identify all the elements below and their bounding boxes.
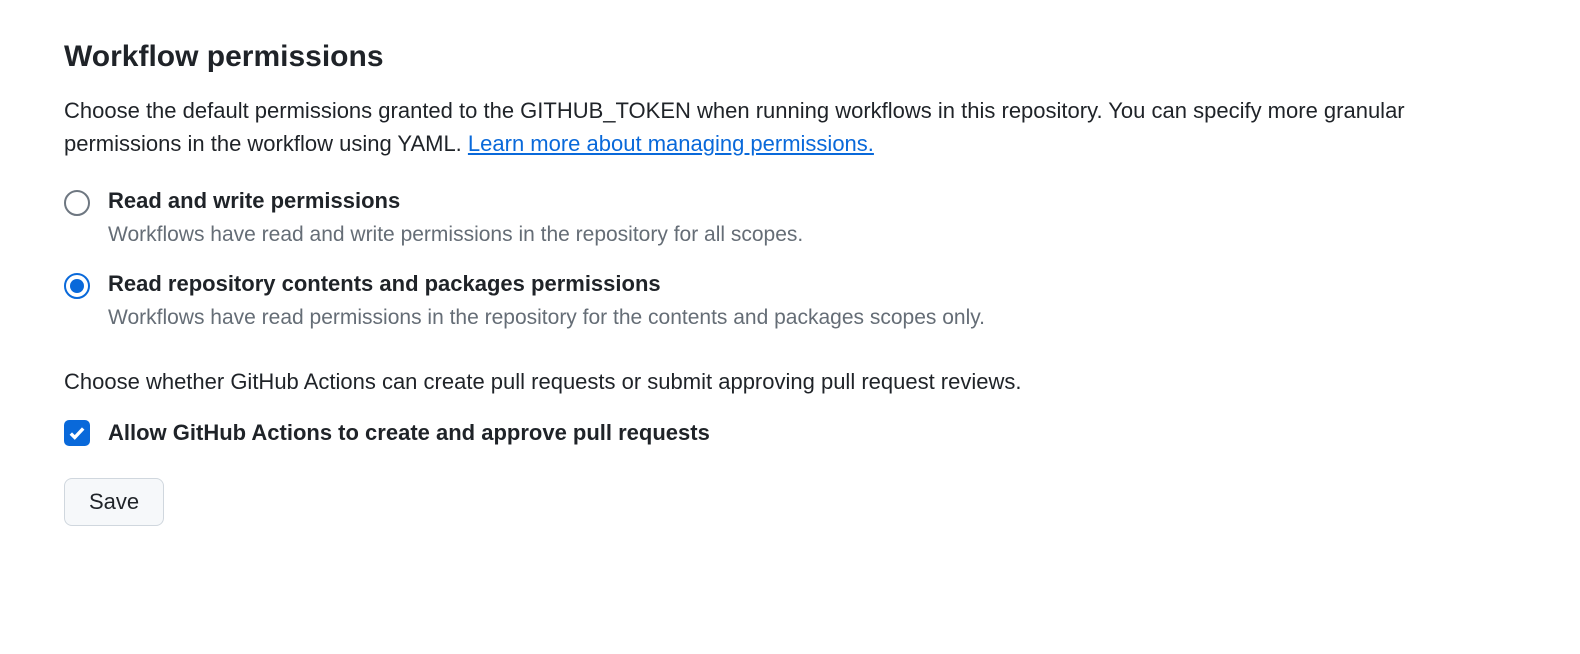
checkbox-allow-pr[interactable]	[64, 420, 90, 446]
radio-option-read-only: Read repository contents and packages pe…	[64, 271, 1516, 332]
pr-description: Choose whether GitHub Actions can create…	[64, 365, 1516, 398]
radio-label-read-write[interactable]: Read and write permissions	[108, 188, 1516, 214]
radio-description: Workflows have read permissions in the r…	[108, 303, 1516, 332]
radio-content: Read repository contents and packages pe…	[108, 271, 1516, 332]
permissions-radio-group: Read and write permissions Workflows hav…	[64, 188, 1516, 333]
save-button[interactable]: Save	[64, 478, 164, 526]
radio-content: Read and write permissions Workflows hav…	[108, 188, 1516, 249]
radio-label-read-only[interactable]: Read repository contents and packages pe…	[108, 271, 1516, 297]
radio-option-read-write: Read and write permissions Workflows hav…	[64, 188, 1516, 249]
section-description: Choose the default permissions granted t…	[64, 94, 1516, 160]
checkmark-icon	[68, 424, 86, 442]
checkbox-label-allow-pr[interactable]: Allow GitHub Actions to create and appro…	[108, 420, 710, 446]
checkbox-option-allow-pr: Allow GitHub Actions to create and appro…	[64, 420, 1516, 446]
section-title: Workflow permissions	[64, 40, 1516, 74]
radio-description: Workflows have read and write permission…	[108, 220, 1516, 249]
radio-read-only[interactable]	[64, 273, 90, 299]
radio-read-write[interactable]	[64, 190, 90, 216]
learn-more-link[interactable]: Learn more about managing permissions.	[468, 131, 874, 156]
